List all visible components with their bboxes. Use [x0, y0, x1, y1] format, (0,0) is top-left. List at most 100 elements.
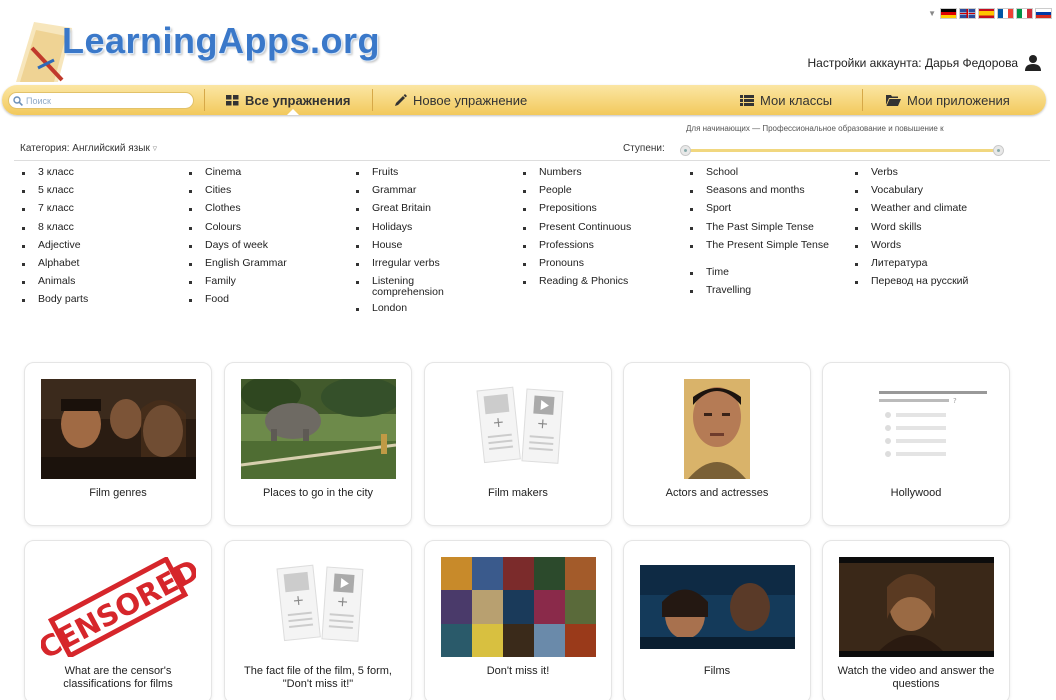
subcategory-link[interactable]: 3 класс — [20, 167, 88, 185]
subcategory-link[interactable]: School — [688, 167, 832, 185]
subcategory-link[interactable]: Body parts — [20, 294, 88, 312]
subcategory-link[interactable]: Present Continuous — [521, 221, 631, 240]
subcategory-link[interactable]: 5 класс — [20, 185, 88, 203]
nav-my-classes[interactable]: Мои классы — [740, 85, 832, 115]
subcategory-column: Numbers People Prepositions Present Cont… — [521, 167, 631, 294]
flag-it-icon[interactable] — [1016, 8, 1033, 19]
subcategory-link[interactable]: Listening comprehension — [354, 276, 482, 303]
subcategory-link[interactable]: The Present Simple Tense — [688, 239, 832, 267]
subcategory-link[interactable]: Cities — [187, 185, 287, 203]
subcategory-link[interactable]: Irregular verbs — [354, 257, 482, 276]
subcategory-link[interactable]: Great Britain — [354, 203, 482, 221]
app-card[interactable]: Film genres — [24, 362, 212, 526]
nav-my-apps-label: Мои приложения — [907, 92, 1010, 108]
subcategory-link[interactable]: Adjective — [20, 239, 88, 258]
app-card-title: Don't miss it! — [486, 665, 550, 677]
subcategory-link[interactable]: Fruits — [354, 167, 482, 185]
flag-uk-icon[interactable] — [959, 8, 976, 19]
subcategory-link[interactable]: Travelling — [688, 284, 832, 303]
video-still-thumbnail — [839, 557, 994, 657]
search-icon — [13, 95, 23, 106]
subcategory-link[interactable]: Seasons and months — [688, 185, 832, 203]
actor-portrait-thumbnail — [684, 379, 750, 479]
app-card[interactable]: CENSORED What are the censor's classific… — [24, 540, 212, 700]
flag-fr-icon[interactable] — [997, 8, 1014, 19]
flag-ru-icon[interactable] — [1035, 8, 1052, 19]
app-card[interactable]: Films — [623, 540, 811, 700]
levels-range-label: Для начинающих — Профессиональное образо… — [686, 124, 944, 133]
subcategory-column: Cinema Cities Clothes Colours Days of we… — [187, 167, 287, 313]
subcategory-link[interactable]: Animals — [20, 276, 88, 294]
account-settings[interactable]: Настройки аккаунта: Дарья Федорова — [807, 54, 1042, 72]
app-card[interactable]: Actors and actresses — [623, 362, 811, 526]
category-label: Категория: Английский язык — [20, 143, 150, 154]
subcategory-column: 3 класс 5 класс 7 класс 8 класс Adjectiv… — [20, 167, 88, 313]
pencil-icon — [395, 93, 407, 106]
subcategory-link[interactable]: Alphabet — [20, 257, 88, 276]
app-card[interactable]: Don't miss it! — [424, 540, 612, 700]
subcategory-link[interactable]: Verbs — [853, 167, 968, 185]
app-card[interactable]: + + Film makers — [424, 362, 612, 526]
nav-divider — [372, 89, 373, 111]
subcategory-link[interactable]: Reading & Phonics — [521, 276, 631, 294]
subcategory-link[interactable]: Numbers — [521, 167, 631, 185]
subcategory-link[interactable]: Литература — [853, 257, 968, 276]
nav-my-apps[interactable]: Мои приложения — [886, 85, 1010, 115]
nav-divider — [862, 89, 863, 111]
subcategory-link[interactable]: Word skills — [853, 221, 968, 240]
level-range-slider[interactable] — [680, 145, 1004, 156]
censored-stamp-thumbnail: CENSORED — [41, 557, 196, 657]
flag-es-icon[interactable] — [978, 8, 995, 19]
subcategory-link[interactable]: English Grammar — [187, 257, 287, 276]
film-scene-thumbnail — [640, 565, 795, 649]
app-card[interactable]: Places to go in the city — [224, 362, 412, 526]
app-card-title: Hollywood — [890, 487, 942, 499]
language-selector[interactable]: ▼ — [928, 8, 1052, 19]
subcategory-link[interactable]: Words — [853, 239, 968, 258]
subcategory-link[interactable]: The Past Simple Tense — [688, 221, 832, 240]
subcategory-link[interactable]: Pronouns — [521, 257, 631, 276]
subcategory-link[interactable]: People — [521, 185, 631, 203]
subcategory-link[interactable]: Holidays — [354, 221, 482, 240]
dropdown-caret-icon: ▼ — [928, 9, 936, 18]
app-card-title: Films — [703, 665, 731, 677]
category-selector[interactable]: Категория: Английский язык ▿ — [20, 143, 157, 154]
subcategory-link[interactable]: 8 класс — [20, 221, 88, 240]
slider-max-handle[interactable] — [993, 145, 1004, 156]
search-input[interactable] — [26, 95, 176, 106]
subcategory-link[interactable]: Time — [688, 266, 832, 285]
subcategory-link[interactable]: Professions — [521, 239, 631, 258]
app-card-title: The fact file of the film, 5 form, "Don'… — [244, 665, 392, 690]
logo[interactable]: LearningApps.org — [14, 12, 380, 86]
subcategory-link[interactable]: Clothes — [187, 203, 287, 221]
app-card-title: Places to go in the city — [262, 487, 374, 499]
subcategory-link[interactable]: London — [354, 303, 482, 321]
slider-min-handle[interactable] — [680, 145, 691, 156]
search-box[interactable] — [8, 92, 194, 109]
app-card[interactable]: ? Hollywood — [822, 362, 1010, 526]
subcategory-link[interactable]: Vocabulary — [853, 185, 968, 203]
subcategory-link[interactable]: Sport — [688, 203, 832, 221]
svg-text:CENSORED: CENSORED — [41, 557, 196, 657]
subcategory-link[interactable]: Перевод на русский — [853, 276, 968, 294]
app-card-title: Actors and actresses — [665, 487, 769, 499]
subcategory-link[interactable]: Cinema — [187, 167, 287, 185]
app-card[interactable]: Watch the video and answer the questions — [822, 540, 1010, 700]
pirates-movie-thumbnail — [41, 379, 196, 479]
subcategory-link[interactable]: Family — [187, 276, 287, 294]
subcategory-link[interactable]: 7 класс — [20, 203, 88, 221]
subcategory-link[interactable]: Days of week — [187, 239, 287, 258]
subcategory-link[interactable]: Weather and climate — [853, 203, 968, 221]
app-card-title: Film makers — [488, 487, 548, 499]
nav-new-exercise[interactable]: Новое упражнение — [394, 85, 527, 115]
subcategory-link[interactable]: Food — [187, 294, 287, 312]
subcategory-link[interactable]: Colours — [187, 221, 287, 240]
app-card-title: Film genres — [89, 487, 147, 499]
svg-text:?: ? — [953, 397, 957, 405]
subcategory-link[interactable]: Grammar — [354, 185, 482, 203]
flag-de-icon[interactable] — [940, 8, 957, 19]
subcategory-column: Verbs Vocabulary Weather and climate Wor… — [853, 167, 968, 294]
subcategory-link[interactable]: Prepositions — [521, 203, 631, 221]
subcategory-link[interactable]: House — [354, 239, 482, 258]
app-card[interactable]: + + The fact file of the film, 5 form, "… — [224, 540, 412, 700]
